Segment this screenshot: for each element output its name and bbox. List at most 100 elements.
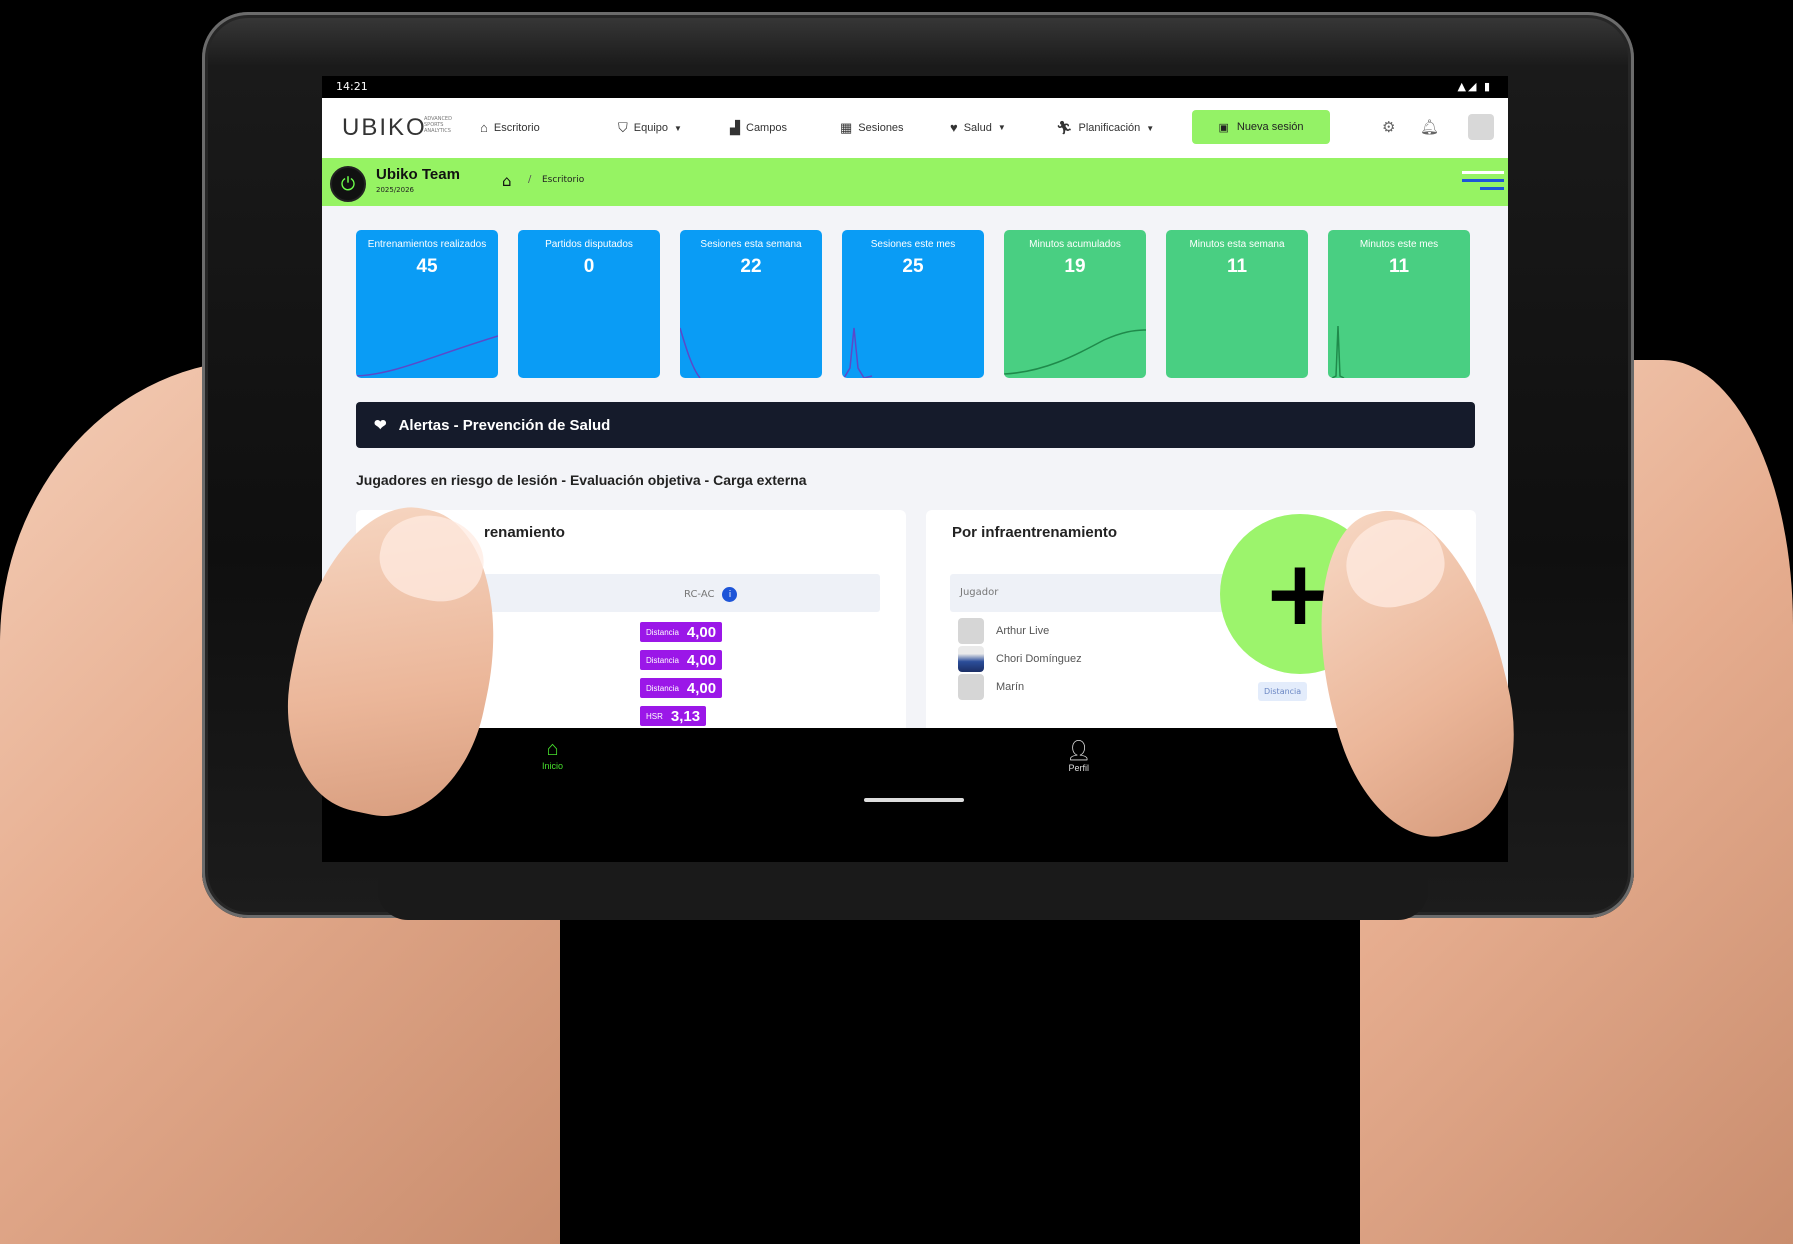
nav-campos-label: Campos xyxy=(746,122,787,134)
player-avatar xyxy=(958,618,984,644)
alerts-subtitle: Jugadores en riesgo de lesión - Evaluaci… xyxy=(356,472,807,488)
nav-escritorio-label: Escritorio xyxy=(493,121,540,134)
calendar-plus-icon: ▣ xyxy=(1218,121,1229,134)
bottom-nav-home[interactable]: ⌂ Inicio xyxy=(542,738,563,771)
sparkline xyxy=(1004,329,1146,375)
stat-card-sesiones-mes[interactable]: Sesiones este mes 25 xyxy=(842,230,984,378)
stat-value: 11 xyxy=(1388,256,1410,277)
nav-escritorio[interactable]: ⌂ Escritorio xyxy=(480,120,540,135)
risk-badge: Distancia 4,00 xyxy=(640,622,723,642)
distance-badge: Distancia xyxy=(1258,682,1308,701)
chevron-down-icon: ▼ xyxy=(997,123,1006,132)
player-avatar xyxy=(958,674,984,700)
stat-value: 11 xyxy=(1226,256,1248,277)
table-row: Distancia 4,00 xyxy=(640,650,723,670)
bottom-nav: ⌂ Inicio 👤︎ Perfil xyxy=(322,728,1508,862)
sparkline xyxy=(356,335,498,377)
stat-card-partidos[interactable]: Partidos disputados 0 xyxy=(518,230,660,378)
shield-icon: ⛉ xyxy=(618,120,628,135)
nav-planificacion[interactable]: 🏃︎ Planificación ▼ xyxy=(1056,120,1154,136)
stat-label: Sesiones este mes xyxy=(870,239,956,250)
stat-card-minutos-mes[interactable]: Minutos este mes 11 xyxy=(1328,230,1470,378)
nav-planificacion-label: Planificación xyxy=(1078,122,1141,134)
info-icon[interactable]: i xyxy=(722,587,738,602)
table-row: HSR 3,13 xyxy=(640,706,707,726)
player-row[interactable]: Marín xyxy=(958,674,1024,700)
breadcrumb-home-icon[interactable]: ⌂ xyxy=(502,172,512,190)
panel-title: renamiento xyxy=(484,524,565,541)
stat-label: Partidos disputados xyxy=(545,239,633,250)
sparkline xyxy=(1331,325,1345,378)
stat-value: 19 xyxy=(1064,256,1086,277)
bell-icon[interactable]: 🔔︎ xyxy=(1420,118,1439,136)
heart-pulse-icon: ❤ xyxy=(374,417,387,434)
calendar-icon: ▦ xyxy=(840,120,853,135)
breadcrumb-current: Escritorio xyxy=(542,175,585,185)
bottom-nav-profile[interactable]: 👤︎ Perfil xyxy=(1066,738,1091,773)
stat-label: Entrenamientos realizados xyxy=(367,239,487,250)
new-session-button[interactable]: ▣ Nueva sesión xyxy=(1192,110,1330,144)
stat-value: 25 xyxy=(902,256,924,277)
nav-salud-label: Salud xyxy=(963,121,992,134)
stat-card-minutos-semana[interactable]: Minutos esta semana 11 xyxy=(1166,230,1308,378)
alerts-title: Alertas - Prevención de Salud xyxy=(398,416,611,434)
tablet-bezel-bottom xyxy=(378,860,1428,920)
risk-badge: Distancia 4,00 xyxy=(640,650,723,670)
user-avatar[interactable] xyxy=(1468,114,1494,140)
player-name: Marín xyxy=(996,681,1025,693)
status-time: 14:21 xyxy=(336,80,368,93)
chevron-down-icon: ▼ xyxy=(674,123,682,133)
panel-title: Por infraentrenamiento xyxy=(952,524,1118,541)
bottom-nav-profile-label: Perfil xyxy=(1068,763,1089,773)
hamburger-menu-icon[interactable] xyxy=(1462,166,1504,198)
team-name[interactable]: Ubiko Team xyxy=(376,166,460,183)
nav-sesiones-label: Sesiones xyxy=(858,122,904,134)
bottom-nav-home-label: Inicio xyxy=(542,761,564,771)
table-row: Distancia 4,00 xyxy=(640,622,723,642)
new-session-label: Nueva sesión xyxy=(1236,121,1304,133)
breadcrumb-separator: / xyxy=(528,174,532,185)
team-bar: ⏻ Ubiko Team 2025/2026 ⌂ / Escritorio xyxy=(322,158,1508,206)
nav-equipo[interactable]: ⛉ Equipo ▼ xyxy=(618,120,682,136)
column-jugador[interactable]: Jugador xyxy=(960,587,998,598)
nav-equipo-label: Equipo xyxy=(633,122,669,134)
app-logo-tagline: ADVANCED SPORTS ANALYTICS xyxy=(424,116,452,134)
stat-card-entrenamientos[interactable]: Entrenamientos realizados 45 xyxy=(356,230,498,378)
status-icons: ▲◢ ▮ xyxy=(1457,80,1492,93)
top-navbar: UBIKO ADVANCED SPORTS ANALYTICS ⌂ Escrit… xyxy=(322,98,1508,158)
player-row[interactable]: Arthur Live xyxy=(958,618,1049,644)
team-logo-icon[interactable]: ⏻ xyxy=(330,166,366,202)
user-icon: 👤︎ xyxy=(1066,740,1092,762)
stat-card-minutos-acumulados[interactable]: Minutos acumulados 19 xyxy=(1004,230,1146,378)
tablet-screen: 14:21 ▲◢ ▮ UBIKO ADVANCED SPORTS ANALYTI… xyxy=(322,76,1508,862)
stat-label: Sesiones esta semana xyxy=(700,239,802,250)
team-season: 2025/2026 xyxy=(376,186,414,194)
player-row[interactable]: Chori Domínguez xyxy=(958,646,1082,672)
risk-badge: Distancia 4,00 xyxy=(640,678,723,698)
home-indicator-bar[interactable] xyxy=(864,798,964,802)
sparkline xyxy=(843,327,873,378)
nav-salud[interactable]: ♥ Salud ▼ xyxy=(950,120,1006,135)
stat-label: Minutos este mes xyxy=(1359,239,1439,250)
player-avatar xyxy=(958,646,984,672)
table-row: Distancia 4,00 xyxy=(640,678,723,698)
alerts-header: ❤ Alertas - Prevención de Salud xyxy=(356,402,1475,448)
gear-icon[interactable]: ⚙ xyxy=(1382,118,1395,136)
heart-icon: ♥ xyxy=(950,120,958,135)
stadium-icon: ▟ xyxy=(730,120,740,135)
player-name: Arthur Live xyxy=(996,625,1050,637)
stat-value: 45 xyxy=(416,256,438,277)
nav-sesiones[interactable]: ▦ Sesiones xyxy=(840,120,904,136)
player-name: Chori Domínguez xyxy=(996,653,1082,665)
nav-campos[interactable]: ▟ Campos xyxy=(730,120,787,136)
stat-label: Minutos esta semana xyxy=(1189,239,1285,250)
home-icon: ⌂ xyxy=(480,120,488,135)
app-logo[interactable]: UBIKO xyxy=(342,114,427,142)
risk-badge: HSR 3,13 xyxy=(640,706,707,726)
status-bar: 14:21 ▲◢ ▮ xyxy=(322,76,1508,98)
stat-value: 0 xyxy=(583,256,595,277)
home-icon: ⌂ xyxy=(546,738,559,760)
stat-card-sesiones-semana[interactable]: Sesiones esta semana 22 xyxy=(680,230,822,378)
sparkline xyxy=(680,327,701,378)
column-rcac[interactable]: RC-AC i xyxy=(684,587,738,602)
